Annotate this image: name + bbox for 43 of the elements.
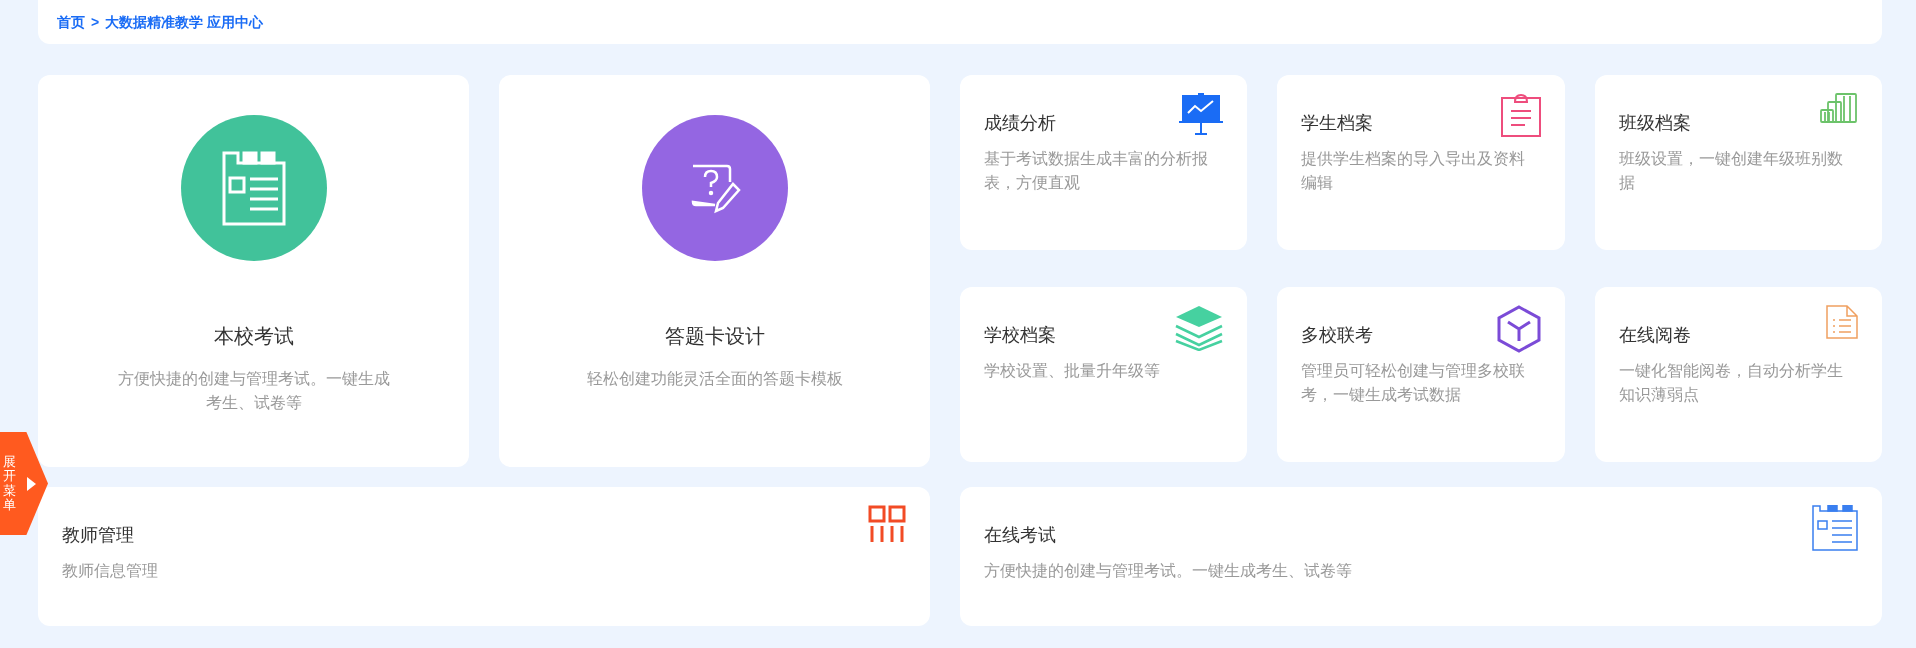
triangle-icon <box>27 476 36 491</box>
card-description: 基于考试数据生成丰富的分析报表，方便直观 <box>984 149 1209 193</box>
card-description: 教师信息管理 <box>62 561 159 581</box>
breadcrumb-link[interactable]: 首页 <box>57 11 85 33</box>
bar-chart-icon <box>1820 93 1858 123</box>
card-title: 教师管理 <box>62 524 134 547</box>
card-title: 班级档案 <box>1618 112 1691 135</box>
feature-card[interactable]: 答题卡设计 轻松创建功能灵活全面的答题卡模板 <box>499 75 930 467</box>
feature-card[interactable]: 本校考试 方便快捷的创建与管理考试。一键生成考生、试卷等 <box>38 75 469 467</box>
card-title: 成绩分析 <box>984 112 1056 135</box>
card-title: 学校档案 <box>984 323 1056 347</box>
app-card[interactable]: 成绩分析 基于考试数据生成丰富的分析报表，方便直观 <box>960 75 1248 250</box>
app-card[interactable]: 班级档案 班级设置，一键创建年级班别数据 <box>1594 75 1882 250</box>
card-title: 答题卡设计 <box>664 324 765 349</box>
list-document-icon <box>1826 304 1858 339</box>
card-title: 多校联考 <box>1301 323 1374 347</box>
card-description: 方便快捷的创建与管理考试。一键生成考生、试卷等 <box>984 561 1353 581</box>
app-card[interactable]: 在线阅卷 一键化智能阅卷，自动分析学生知识薄弱点 <box>1594 286 1882 462</box>
card-description: 方便快捷的创建与管理考试。一键生成考生、试卷等 <box>117 369 390 413</box>
card-title: 本校考试 <box>213 324 294 349</box>
document-icon <box>1812 505 1858 551</box>
breadcrumb-current: 大数据精准教学 应用中心 <box>105 12 264 32</box>
card-title: 在线考试 <box>984 524 1056 547</box>
card-description: 一键化智能阅卷，自动分析学生知识薄弱点 <box>1618 360 1844 405</box>
presentation-chart-icon <box>1179 93 1224 135</box>
card-description: 提供学生档案的导入导出及资料编辑 <box>1301 149 1527 193</box>
card-title: 学生档案 <box>1301 112 1374 135</box>
app-card[interactable]: 学校档案 学校设置、批量升年级等 <box>960 286 1248 462</box>
clipboard-icon <box>1500 93 1541 137</box>
card-title: 在线阅卷 <box>1618 323 1691 347</box>
app-card[interactable]: 教师管理 教师信息管理 <box>38 487 930 626</box>
grid-columns-icon <box>868 505 906 543</box>
document-icon <box>221 150 286 226</box>
cube-icon <box>1496 304 1541 353</box>
app-card[interactable]: 多校联考 管理员可轻松创建与管理多校联考，一键生成考试数据 <box>1277 286 1565 462</box>
card-description: 学校设置、批量升年级等 <box>984 360 1161 381</box>
app-card[interactable]: 在线考试 方便快捷的创建与管理考试。一键生成考生、试卷等 <box>960 487 1882 626</box>
card-description: 管理员可轻松创建与管理多校联考，一键生成考试数据 <box>1301 360 1527 405</box>
app-card[interactable]: 学生档案 提供学生档案的导入导出及资料编辑 <box>1277 75 1565 250</box>
stacked-layers-icon <box>1175 304 1224 351</box>
breadcrumb-separator: > <box>91 12 100 32</box>
card-description: 班级设置，一键创建年级班别数据 <box>1618 149 1844 193</box>
card-description: 轻松创建功能灵活全面的答题卡模板 <box>585 369 844 389</box>
